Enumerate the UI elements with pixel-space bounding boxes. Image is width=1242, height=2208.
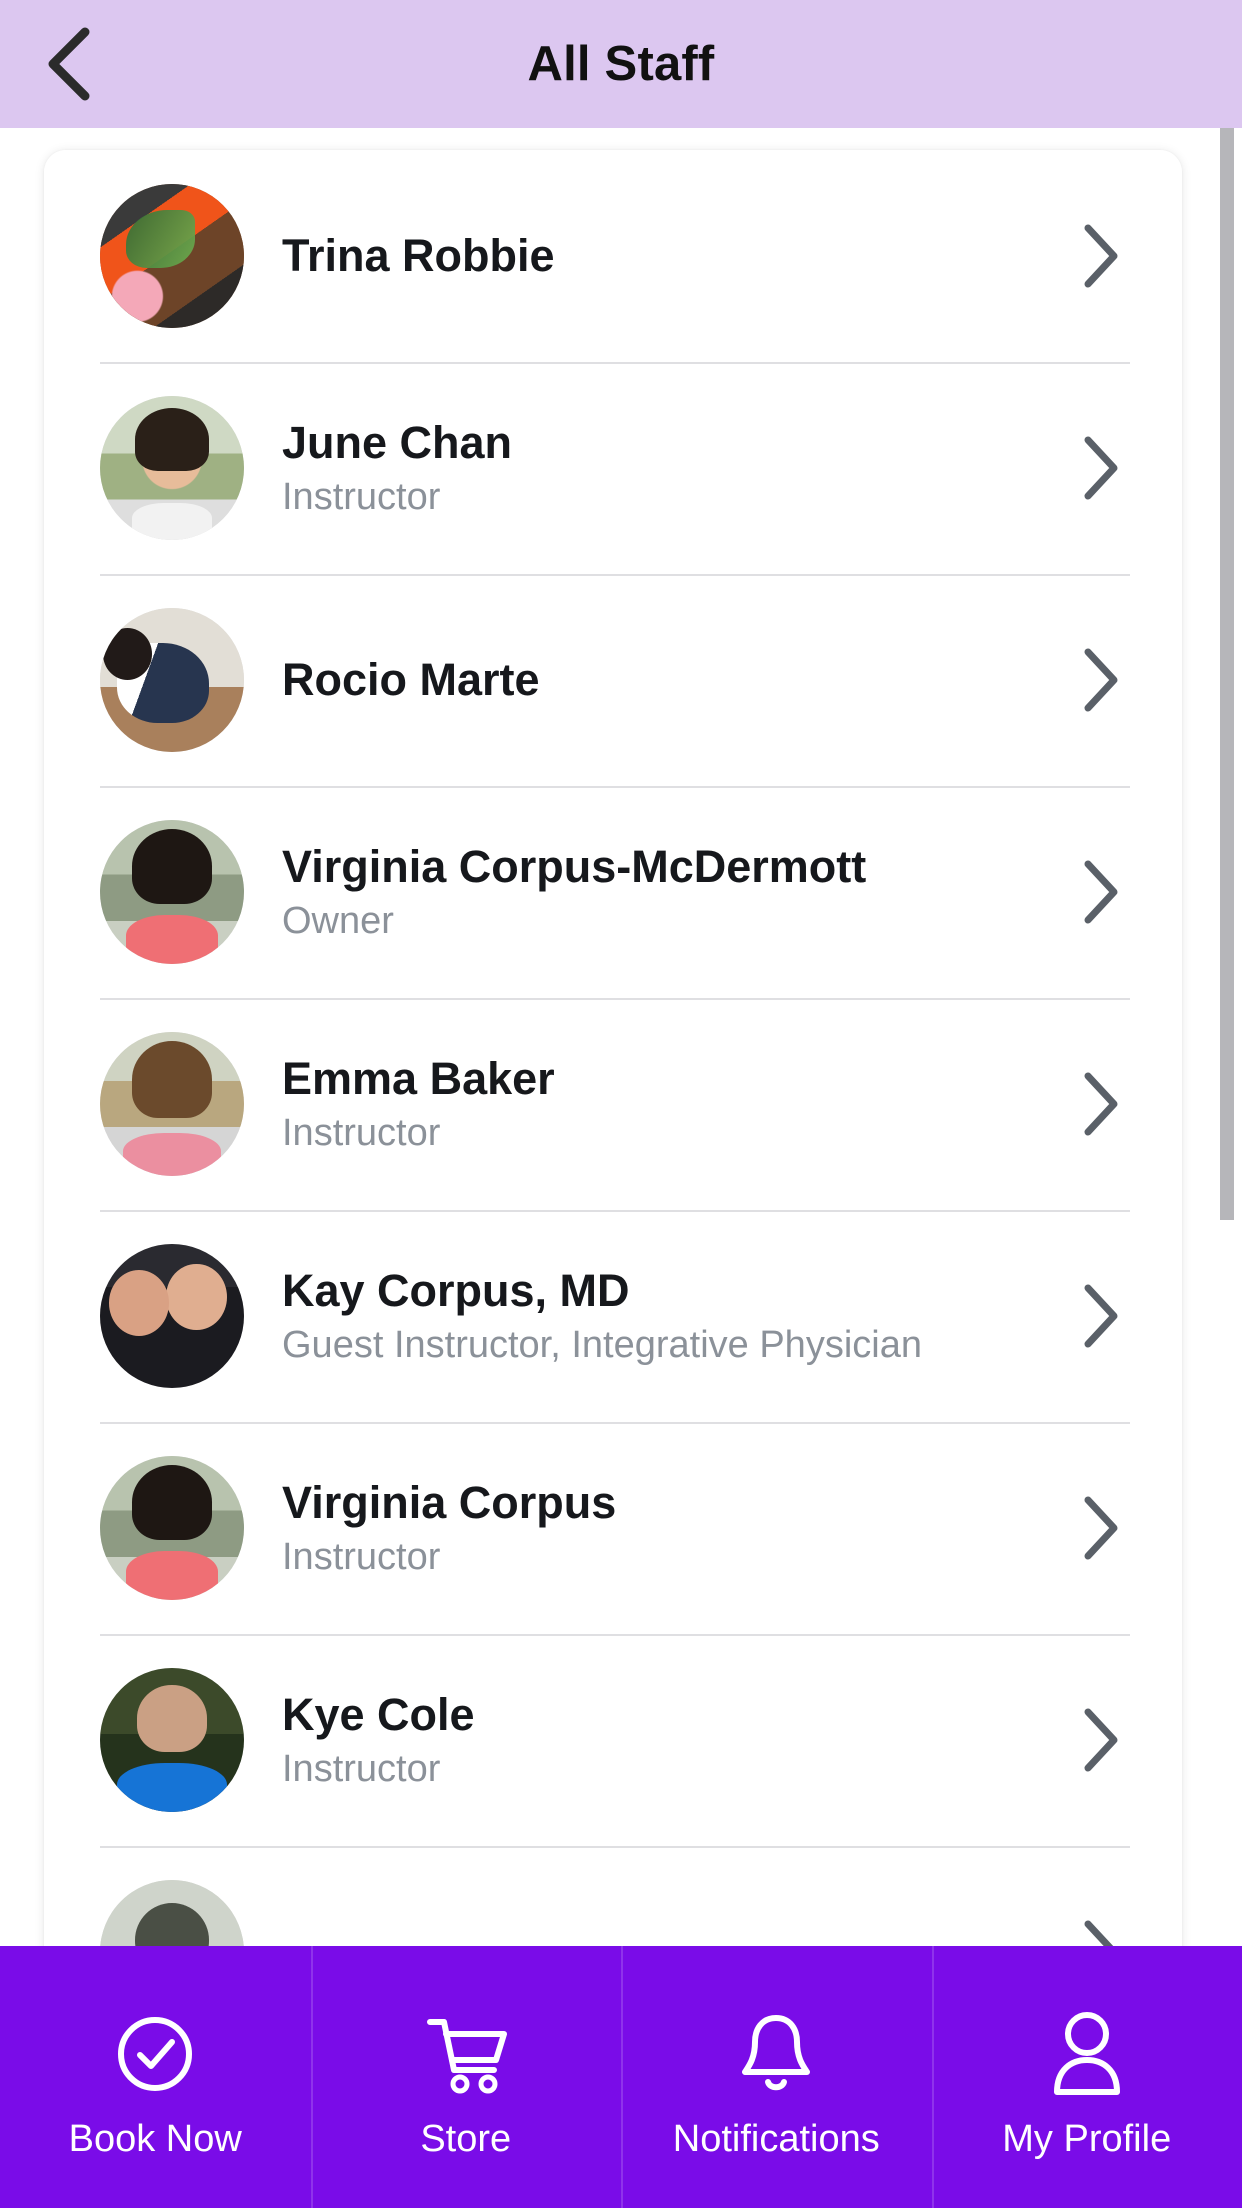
chevron-right-icon[interactable] xyxy=(1070,1496,1130,1560)
check-circle-icon xyxy=(109,2002,201,2106)
nav-tab-label: Store xyxy=(420,2118,512,2160)
staff-role: Instructor xyxy=(282,475,441,518)
staff-list-scroll-area[interactable]: Trina Robbie June Chan Instructor Rocio Mar… xyxy=(0,128,1242,1946)
avatar-rocio-marte xyxy=(100,608,244,752)
staff-role: Guest Instructor, Integrative Physician xyxy=(282,1323,922,1366)
chevron-right-icon[interactable] xyxy=(1070,648,1130,712)
chevron-left-icon xyxy=(41,24,97,104)
chevron-right-icon[interactable] xyxy=(1070,1708,1130,1772)
back-button[interactable] xyxy=(26,21,112,107)
staff-directory-screen: All Staff Trina Robbie June Chan Instructo… xyxy=(0,0,1242,2208)
staff-role: Instructor xyxy=(282,1111,441,1154)
bottom-navigation-bar: Book Now Store Notifications My Profile xyxy=(0,1946,1242,2208)
avatar-kye-cole xyxy=(100,1668,244,1812)
staff-list-card: Trina Robbie June Chan Instructor Rocio Mar… xyxy=(44,150,1182,1946)
staff-item-text: Kye Cole Instructor xyxy=(244,1689,1054,1791)
bell-icon xyxy=(730,2002,822,2106)
staff-name: Kye Cole xyxy=(282,1688,475,1740)
staff-name: Virginia Corpus xyxy=(282,1476,617,1528)
chevron-right-icon[interactable] xyxy=(1070,860,1130,924)
staff-name: Virginia Corpus-McDermott xyxy=(282,840,867,892)
chevron-right-icon[interactable] xyxy=(1070,1920,1130,1946)
chevron-right-icon[interactable] xyxy=(1070,1284,1130,1348)
staff-list-item[interactable]: Rocio Marte xyxy=(44,574,1182,786)
nav-tab-label: My Profile xyxy=(1002,2118,1172,2160)
staff-item-text: Rocio Marte xyxy=(244,654,1054,706)
avatar-virginia-corpus-mcdermott xyxy=(100,820,244,964)
avatar-next-staff xyxy=(100,1880,244,1946)
nav-tab-notifications[interactable]: Notifications xyxy=(621,1946,932,2208)
page-title: All Staff xyxy=(527,37,715,91)
app-header: All Staff xyxy=(0,0,1242,128)
staff-list-item[interactable]: Trina Robbie xyxy=(44,150,1182,362)
person-icon xyxy=(1043,2002,1131,2106)
staff-list-item[interactable]: June Chan Instructor xyxy=(44,362,1182,574)
staff-item-text: June Chan Instructor xyxy=(244,417,1054,519)
staff-list-item[interactable]: Virginia Corpus-McDermott Owner xyxy=(44,786,1182,998)
staff-name: Kay Corpus, MD xyxy=(282,1264,630,1316)
nav-tab-book-now[interactable]: Book Now xyxy=(0,1946,311,2208)
chevron-right-icon[interactable] xyxy=(1070,1072,1130,1136)
avatar-trina-robbie xyxy=(100,184,244,328)
vertical-scrollbar[interactable] xyxy=(1220,10,1234,1220)
staff-list-item[interactable] xyxy=(44,1846,1182,1946)
staff-item-text: Kay Corpus, MD Guest Instructor, Integrat… xyxy=(244,1265,1054,1367)
staff-item-text: Trina Robbie xyxy=(244,230,1054,282)
staff-list-item[interactable]: Virginia Corpus Instructor xyxy=(44,1422,1182,1634)
shopping-cart-icon xyxy=(418,2002,514,2106)
staff-role: Owner xyxy=(282,899,394,942)
staff-item-text: Virginia Corpus-McDermott Owner xyxy=(244,841,1054,943)
nav-tab-my-profile[interactable]: My Profile xyxy=(931,1946,1242,2208)
avatar-virginia-corpus xyxy=(100,1456,244,1600)
staff-list-item[interactable]: Emma Baker Instructor xyxy=(44,998,1182,1210)
staff-name: June Chan xyxy=(282,416,513,468)
staff-role: Instructor xyxy=(282,1747,441,1790)
nav-tab-store[interactable]: Store xyxy=(310,1946,622,2208)
staff-name: Emma Baker xyxy=(282,1052,555,1104)
avatar-emma-baker xyxy=(100,1032,244,1176)
avatar-june-chan xyxy=(100,396,244,540)
nav-tab-label: Book Now xyxy=(68,2118,242,2160)
staff-list-item[interactable]: Kye Cole Instructor xyxy=(44,1634,1182,1846)
chevron-right-icon[interactable] xyxy=(1070,224,1130,288)
chevron-right-icon[interactable] xyxy=(1070,436,1130,500)
staff-item-text: Emma Baker Instructor xyxy=(244,1053,1054,1155)
staff-name: Rocio Marte xyxy=(282,654,540,706)
staff-role: Instructor xyxy=(282,1535,441,1578)
staff-name: Trina Robbie xyxy=(282,230,555,282)
staff-list-item[interactable]: Kay Corpus, MD Guest Instructor, Integrat… xyxy=(44,1210,1182,1422)
staff-item-text: Virginia Corpus Instructor xyxy=(244,1477,1054,1579)
avatar-kay-corpus xyxy=(100,1244,244,1388)
nav-tab-label: Notifications xyxy=(672,2118,880,2160)
